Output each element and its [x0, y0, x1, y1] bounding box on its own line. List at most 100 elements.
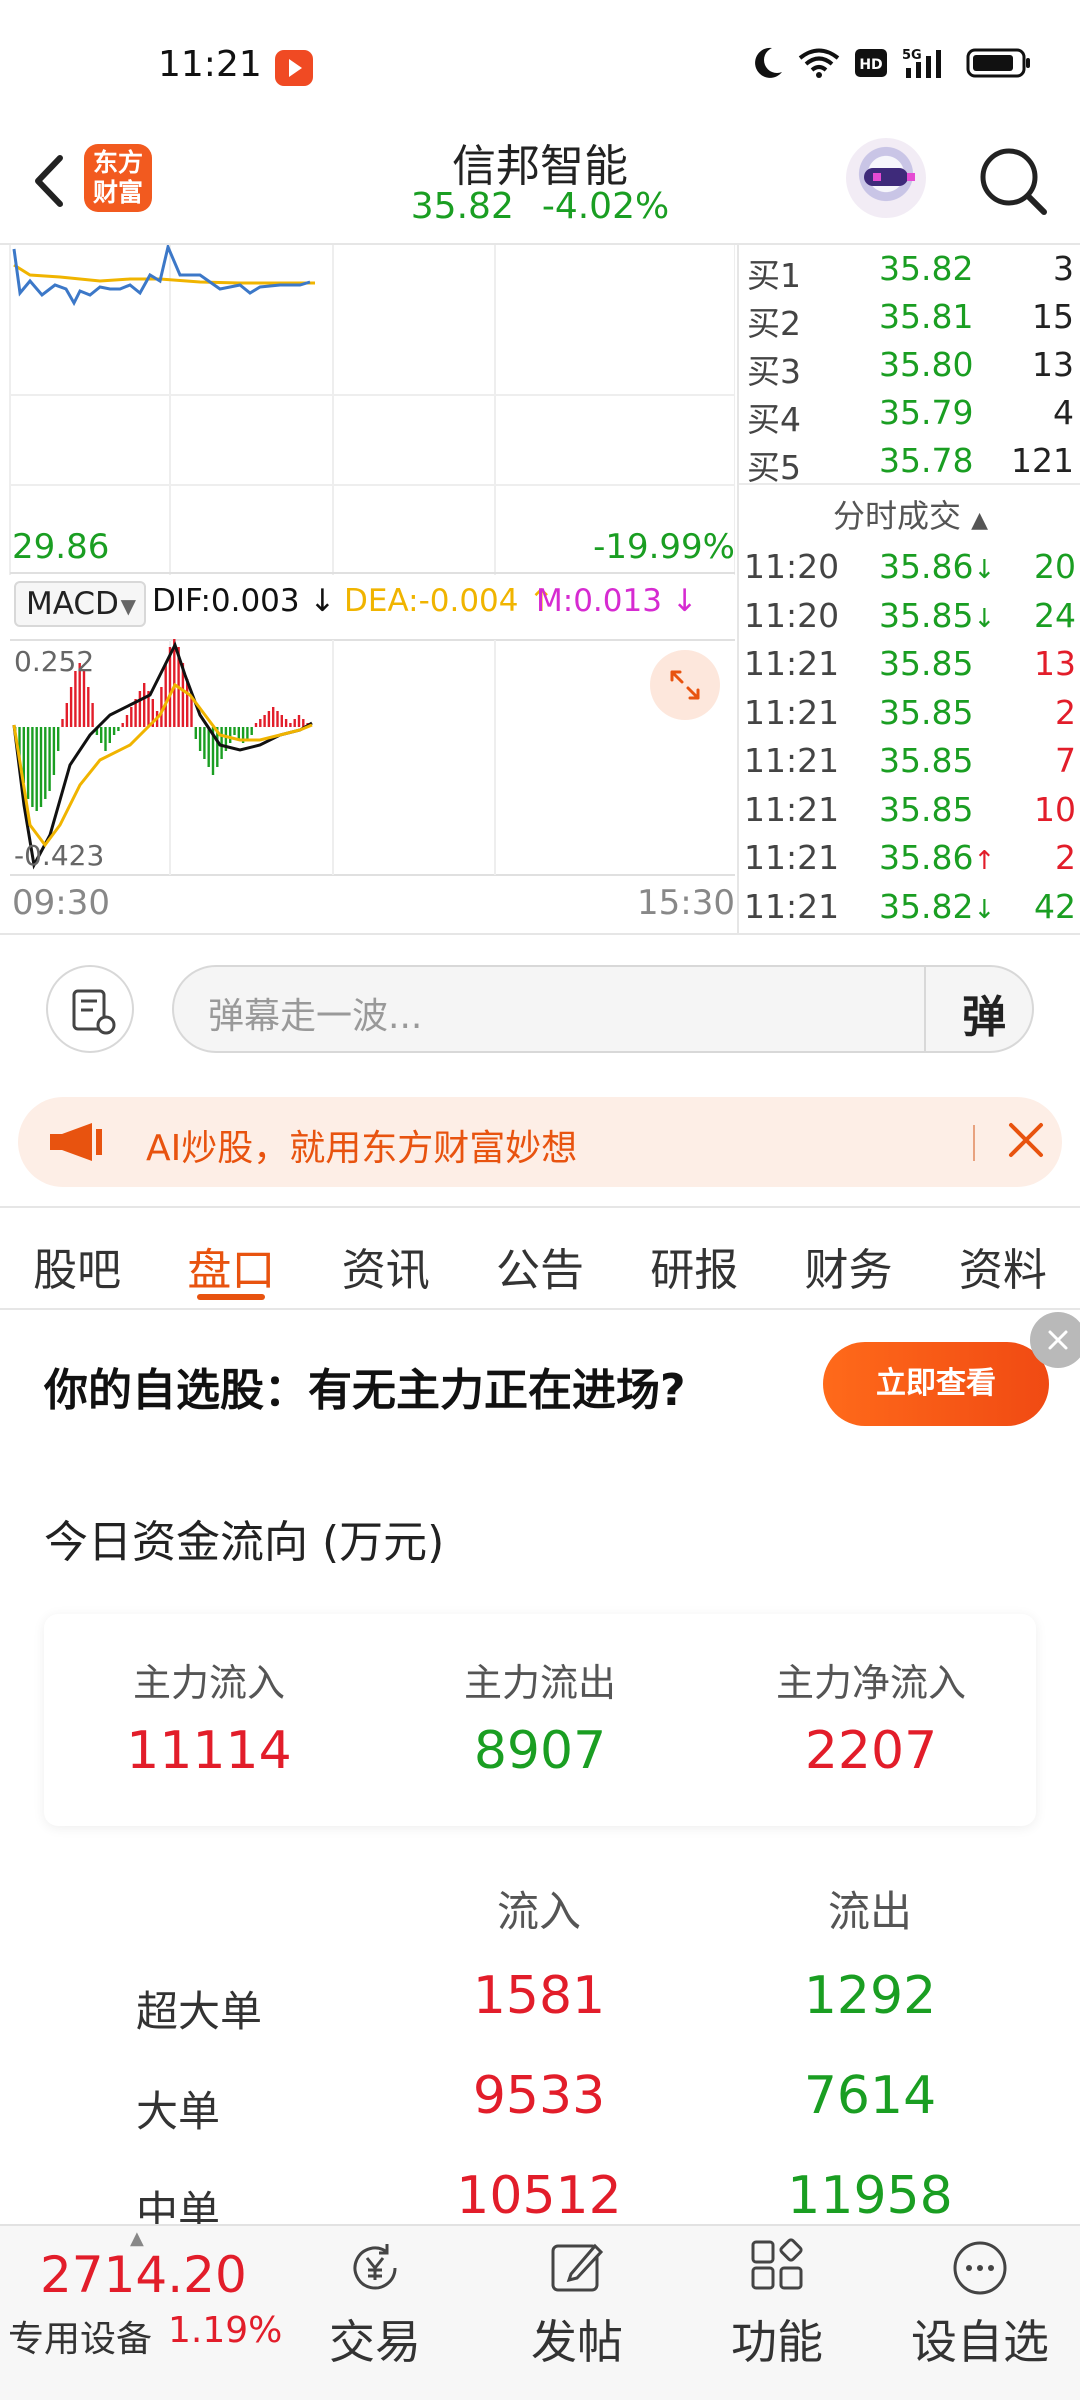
macd-min-label: -0.423: [14, 839, 105, 872]
moon-icon: [755, 47, 782, 78]
bid-row[interactable]: 买3 35.80 13: [739, 345, 1080, 393]
sector-index-name: 专用设备: [8, 2319, 153, 2360]
nav-post[interactable]: 发帖: [492, 2236, 662, 2372]
tab-item[interactable]: 公告: [463, 1210, 617, 1310]
macd-bar: [229, 727, 232, 743]
macd-bar: [263, 715, 266, 727]
promo-text: 你的自选股：有无主力正在进场?: [44, 1365, 686, 1416]
macd-bar: [276, 711, 279, 727]
ticks-title[interactable]: 分时成交 ▲: [739, 491, 1080, 537]
bid-row[interactable]: 买5 35.78 121: [739, 441, 1080, 489]
macd-bar: [138, 691, 142, 727]
nav-trade[interactable]: 交易: [290, 2236, 460, 2372]
chart-low-pct: -19.99%: [593, 527, 735, 567]
caret-up-icon: ▲: [971, 508, 989, 533]
macd-bar: [100, 727, 103, 743]
macd-bar: [164, 663, 167, 727]
macd-bar: [259, 719, 262, 727]
stock-price: 35.82: [410, 186, 514, 227]
macd-dif-line: [12, 641, 313, 870]
promo-close-button[interactable]: [1030, 1312, 1080, 1368]
wifi-icon: [798, 48, 840, 78]
nav-add-watchlist[interactable]: 设自选: [895, 2236, 1065, 2372]
tick-row: 11:20 35.86↓ 20: [744, 547, 1076, 586]
arrow-down-icon: ↓: [973, 555, 996, 585]
search-icon[interactable]: [976, 144, 1050, 218]
battery-icon: [966, 48, 1030, 78]
chart-time-end: 15:30: [637, 883, 735, 923]
fund-flow-summary-item: 主力净流入 2207: [775, 1661, 966, 1781]
macd-bar: [203, 727, 206, 759]
macd-bar: [130, 707, 133, 727]
stock-change-pct: -4.02%: [541, 186, 670, 227]
nav-functions[interactable]: 功能: [692, 2236, 862, 2372]
macd-bar: [44, 727, 47, 799]
macd-bar: [48, 727, 51, 791]
bid-row[interactable]: 买2 35.81 15: [739, 297, 1080, 345]
macd-bar: [61, 719, 64, 727]
macd-bar: [52, 727, 56, 775]
tab-item[interactable]: 研报: [617, 1210, 771, 1310]
tab-item[interactable]: 财务: [771, 1210, 925, 1310]
bid-row[interactable]: 买1 35.82 3: [739, 249, 1080, 297]
close-icon: [1048, 1330, 1068, 1350]
tick-row: 11:21 35.82↓ 42: [744, 886, 1076, 926]
col-inflow-header: 流入: [496, 1887, 581, 1936]
promo-banner: 你的自选股：有无主力正在进场? 立即查看: [0, 1312, 1080, 1452]
more-dots-icon: [953, 2241, 1007, 2295]
arrow-up-icon: ↑: [973, 846, 996, 876]
view-now-button[interactable]: 立即查看: [823, 1342, 1049, 1426]
sector-index-pct: 1.19%: [168, 2310, 283, 2351]
macd-bar: [57, 727, 60, 751]
book-divider: [739, 483, 1080, 485]
macd-bar: [233, 727, 236, 735]
tick-row: 11:21 35.85 13: [744, 644, 1076, 683]
fund-flow-summary-item: 主力流出 8907: [463, 1661, 616, 1781]
macd-bar: [207, 727, 210, 767]
macd-bar: [289, 723, 292, 727]
danmu-toggle-button[interactable]: 弹: [962, 981, 1006, 1045]
bid-row[interactable]: 买4 35.79 4: [739, 393, 1080, 441]
macd-bar: [173, 639, 176, 727]
apps-grid-icon: [751, 2238, 803, 2290]
intraday-chart[interactable]: 29.86 -19.99% MACD ▼ DIF:0.003 ↓ DEA:-0.0…: [0, 245, 735, 935]
hd-icon: HD: [855, 49, 887, 77]
indicator-select[interactable]: MACD ▼: [14, 581, 146, 627]
ai-assistant-robot-icon[interactable]: [846, 138, 926, 218]
tab-item[interactable]: 资讯: [309, 1210, 463, 1310]
macd-bar: [250, 727, 253, 735]
ai-banner[interactable]: AI炒股，就用东方财富妙想: [18, 1097, 1062, 1187]
macd-bar: [143, 683, 146, 727]
macd-bar: [117, 727, 120, 731]
fund-flow-row: 大单 9533 7614: [136, 2066, 937, 2136]
macd-bar: [194, 727, 197, 739]
macd-bar: [297, 715, 301, 727]
macd-bar: [112, 727, 116, 735]
tab-item[interactable]: 股吧: [0, 1210, 154, 1310]
macd-bar: [220, 727, 223, 759]
macd-bar: [26, 727, 30, 799]
macd-bar: [254, 723, 258, 727]
expand-icon: [670, 670, 700, 700]
fund-flow-summary: 主力流入 11114 主力流出 8907 主力净流入 2207: [44, 1614, 1036, 1826]
fund-flow-row: 超大单 1581 1292: [136, 1966, 937, 2036]
tick-row: 11:20 35.85↓ 24: [744, 595, 1076, 635]
macd-dea-value: DEA:-0.004 ↑: [344, 583, 555, 619]
tab-item[interactable]: 资料: [926, 1210, 1080, 1310]
tick-row: 11:21 35.86↑ 2: [744, 838, 1076, 877]
macd-m-value: M:0.013 ↓: [536, 583, 698, 619]
yen-trade-icon: [353, 2244, 397, 2290]
expand-chart-button[interactable]: [650, 650, 720, 720]
arrow-down-icon: ↓: [973, 603, 996, 634]
macd-bar: [267, 711, 271, 727]
danmu-input[interactable]: 弹幕走一波... 弹: [172, 965, 1034, 1053]
close-icon[interactable]: [1003, 1117, 1049, 1163]
tab-active[interactable]: 盘口: [154, 1210, 308, 1310]
macd-max-label: 0.252: [14, 645, 95, 678]
macd-bar: [280, 715, 283, 727]
macd-dif-value: DIF:0.003 ↓: [152, 583, 336, 619]
bottom-bar: ▲ 2714.20 专用设备 1.19% 交易 发帖 功能 设自选: [0, 2224, 1080, 2400]
macd-bar: [65, 703, 68, 727]
danmu-settings-button[interactable]: [46, 965, 134, 1053]
macd-bar: [302, 719, 305, 727]
